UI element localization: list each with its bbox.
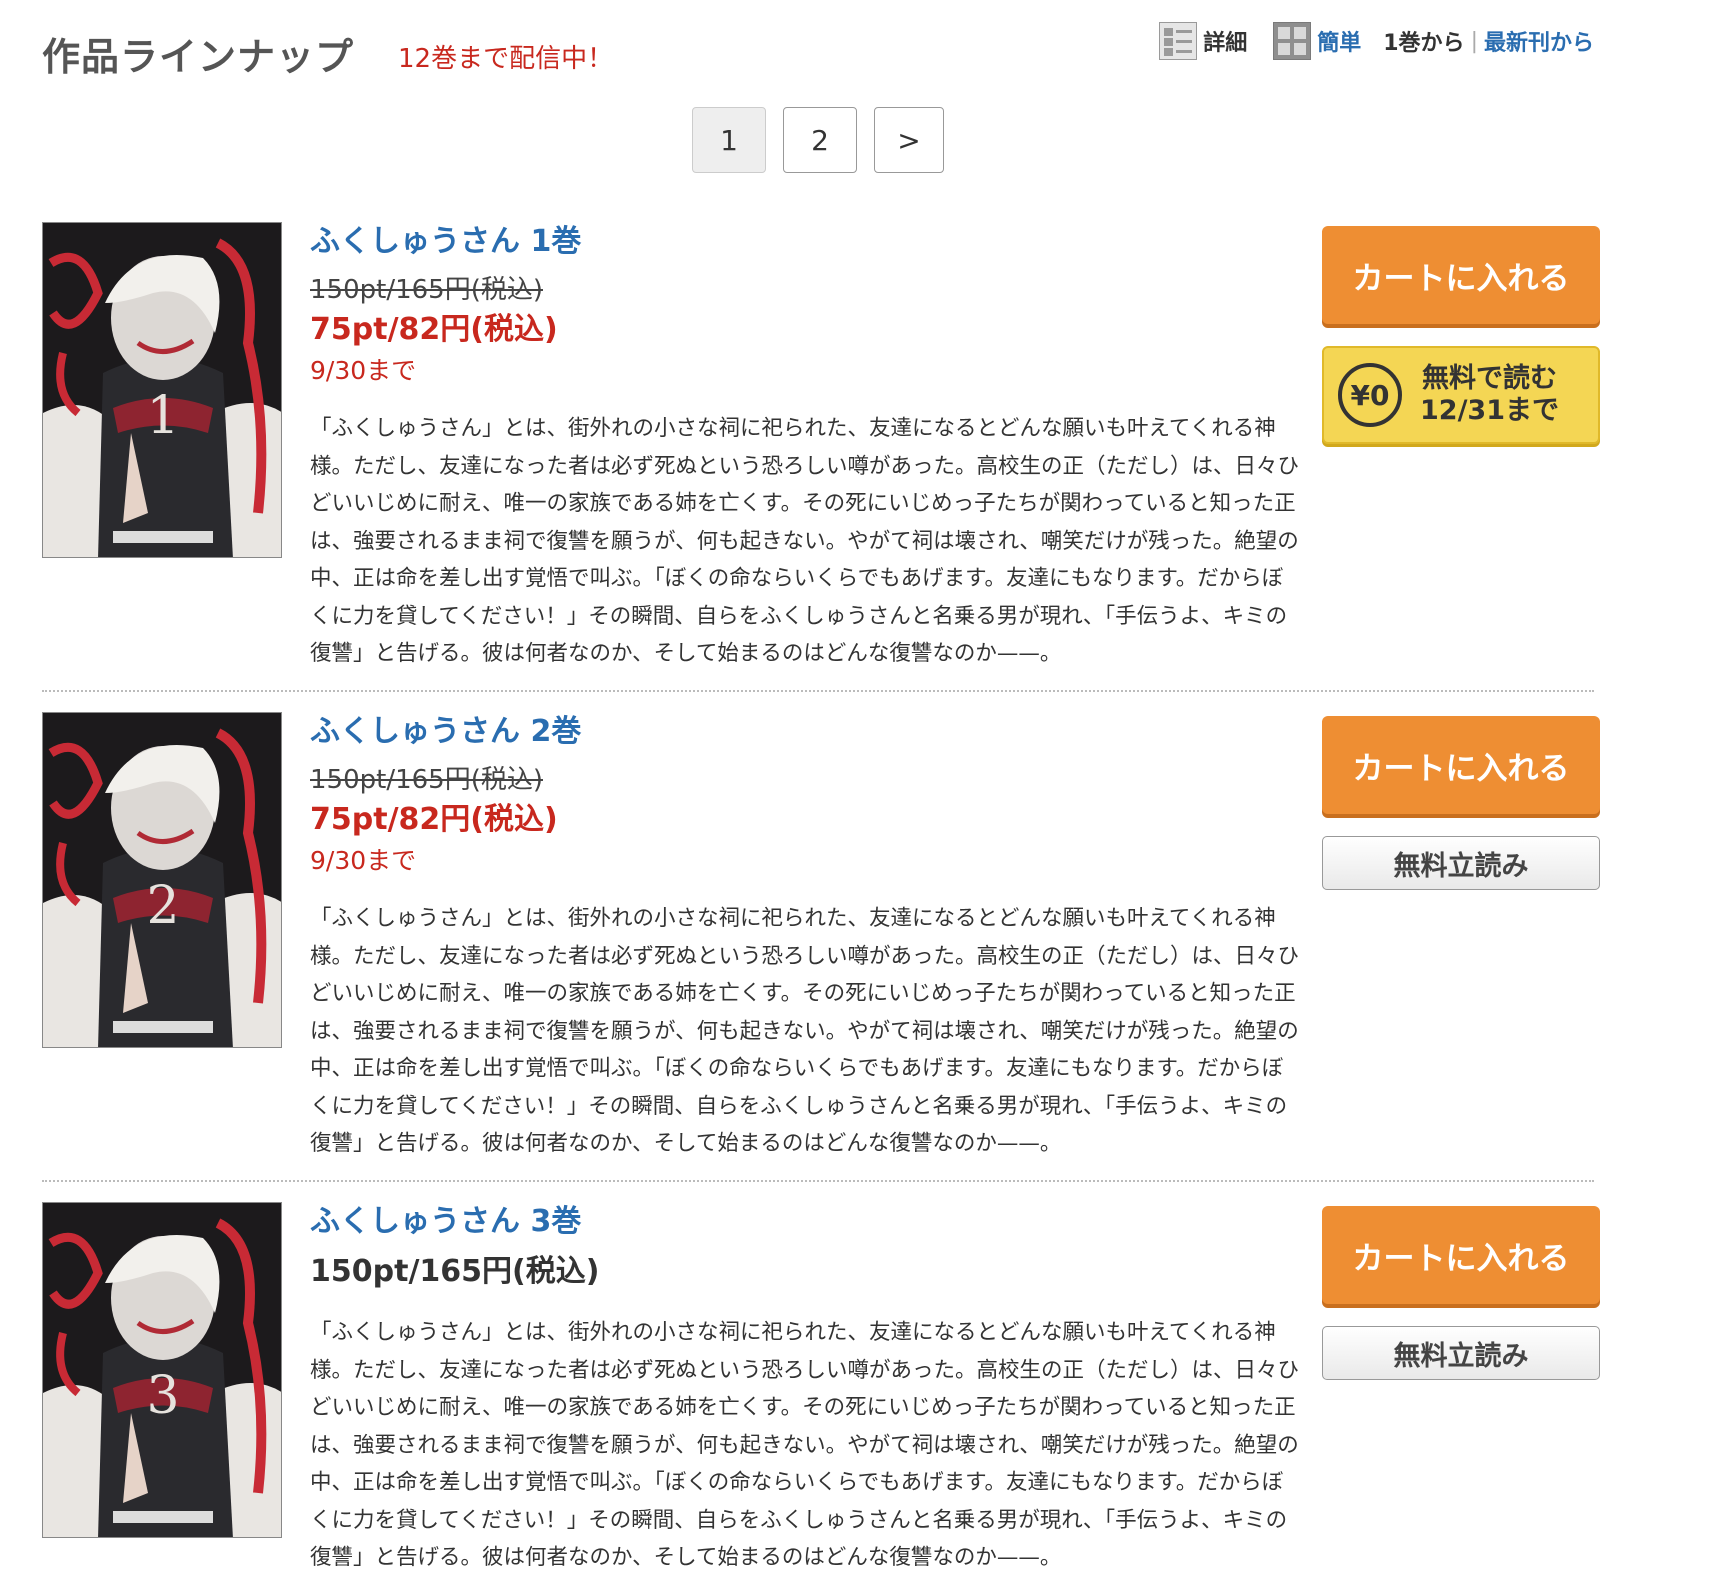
original-price: 150pt/165円(税込) [310, 275, 543, 305]
volume-actions: カートに入れる 無料立読み [1322, 716, 1600, 890]
volume-cover-image[interactable]: 3 [42, 1202, 282, 1538]
read-free-line1: 無料で読む [1422, 363, 1557, 394]
page-2-button[interactable]: 2 [783, 107, 857, 173]
item-divider [42, 690, 1594, 692]
simple-view-link[interactable]: 簡単 [1317, 25, 1361, 57]
cover-volume-number: 2 [146, 876, 179, 936]
volume-cover-image[interactable]: 2 [42, 712, 282, 1048]
sale-price: 75pt/82円(税込) [310, 312, 558, 347]
item-divider [42, 1180, 1594, 1182]
cover-volume-number: 1 [146, 386, 179, 446]
volume-title-link[interactable]: ふくしゅうさん 2巻 [310, 712, 1340, 752]
cover-art: 2 [43, 713, 281, 1047]
sort-from-latest-link[interactable]: 最新刊から [1484, 25, 1594, 57]
simple-view-icon[interactable] [1273, 22, 1312, 60]
free-preview-button[interactable]: 無料立読み [1322, 836, 1600, 890]
add-to-cart-button[interactable]: カートに入れる [1322, 1206, 1600, 1304]
sort-from-first[interactable]: 1巻から [1383, 25, 1464, 57]
volume-description: 「ふくしゅうさん」とは、街外れの小さな祠に祀られた、友達になるとどんな願いも叶え… [310, 416, 1300, 666]
pagination: 1 2 > [692, 107, 961, 173]
sale-price: 75pt/82円(税込) [310, 802, 558, 837]
volume-cover-image[interactable]: 1 [42, 222, 282, 558]
sale-deadline: 9/30まで [310, 846, 417, 875]
detail-view-icon[interactable] [1159, 22, 1198, 60]
page-title: 作品ラインナップ [42, 35, 355, 79]
read-free-label: 無料で読む 12/31まで [1420, 363, 1559, 427]
read-free-line2: 12/31まで [1420, 395, 1560, 426]
yen-zero-icon: ¥0 [1338, 363, 1402, 427]
lineup-page: 作品ラインナップ 12巻まで配信中！ 詳細 簡単 1巻から | 最新刊から 1 … [0, 0, 1712, 1570]
cover-art: 3 [43, 1203, 281, 1537]
original-price: 150pt/165円(税込) [310, 765, 543, 795]
volume-actions: カートに入れる 無料立読み [1322, 1206, 1600, 1380]
volume-title-link[interactable]: ふくしゅうさん 3巻 [310, 1202, 1340, 1242]
volume-info: ふくしゅうさん 1巻 150pt/165円(税込) 75pt/82円(税込) 9… [310, 222, 1340, 673]
volume-info: ふくしゅうさん 3巻 150pt/165円(税込) 「ふくしゅうさん」とは、街外… [310, 1202, 1340, 1577]
read-free-button[interactable]: ¥0 無料で読む 12/31まで [1322, 346, 1600, 444]
volume-description: 「ふくしゅうさん」とは、街外れの小さな祠に祀られた、友達になるとどんな願いも叶え… [310, 1320, 1300, 1570]
sort-separator: | [1470, 28, 1478, 54]
free-preview-button[interactable]: 無料立読み [1322, 1326, 1600, 1380]
add-to-cart-button[interactable]: カートに入れる [1322, 716, 1600, 814]
sale-deadline: 9/30まで [310, 356, 417, 385]
volume-description: 「ふくしゅうさん」とは、街外れの小さな祠に祀られた、友達になるとどんな願いも叶え… [310, 906, 1300, 1156]
distribution-notice: 12巻まで配信中！ [398, 44, 614, 74]
regular-price: 150pt/165円(税込) [310, 1254, 600, 1289]
cover-volume-number: 3 [146, 1366, 179, 1426]
page-1-button[interactable]: 1 [692, 107, 766, 173]
cover-art: 1 [43, 223, 281, 557]
volume-actions: カートに入れる ¥0 無料で読む 12/31まで [1322, 226, 1600, 444]
volume-info: ふくしゅうさん 2巻 150pt/165円(税込) 75pt/82円(税込) 9… [310, 712, 1340, 1163]
volume-title-link[interactable]: ふくしゅうさん 1巻 [310, 222, 1340, 262]
next-page-button[interactable]: > [874, 107, 944, 173]
detail-view-label[interactable]: 詳細 [1203, 25, 1247, 57]
view-controls: 詳細 簡単 1巻から | 最新刊から [1159, 22, 1594, 60]
add-to-cart-button[interactable]: カートに入れる [1322, 226, 1600, 324]
